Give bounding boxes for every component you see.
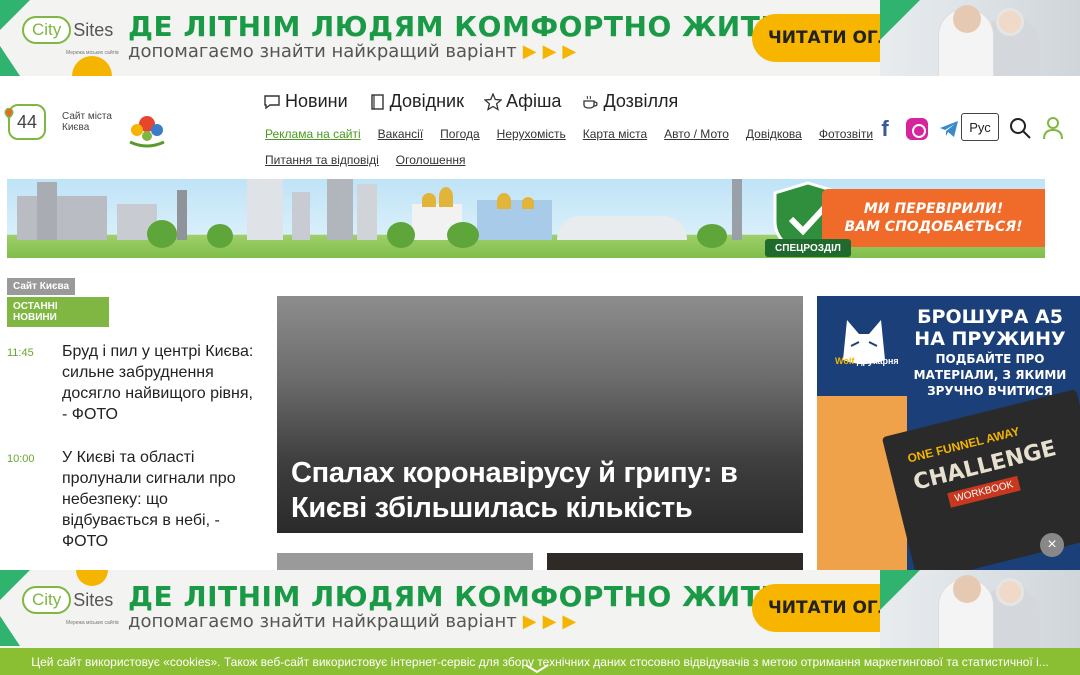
wolf-brand: Wolf друкарня bbox=[835, 356, 899, 366]
citysites-logo: City Sites Мережа міських сайтів bbox=[22, 16, 119, 56]
cup-icon bbox=[583, 95, 599, 109]
ad-subline: допомагаємо знайти найкращий варіант ▶▶▶ bbox=[128, 41, 583, 62]
ad-title: БРОШУРА А5 НА ПРУЖИНУ bbox=[914, 306, 1066, 350]
chat-icon bbox=[264, 94, 280, 109]
ad-photo bbox=[880, 0, 1080, 76]
ad-photo bbox=[880, 570, 1080, 648]
main-story-card[interactable]: Спалах коронавірусу й грипу: в Києві збі… bbox=[277, 296, 803, 533]
search-icon[interactable] bbox=[1008, 116, 1032, 140]
site-header: 44 Сайт міста Києва Новини Довідник Афіша bbox=[0, 76, 1080, 176]
news-item[interactable]: 11:45 Бруд і пил у центрі Києва: сильне … bbox=[7, 341, 267, 425]
logo-label: Сайт міста Києва bbox=[62, 111, 112, 133]
language-switch[interactable]: Рус bbox=[961, 113, 999, 141]
social-links: f bbox=[874, 116, 960, 142]
latest-news-column: Сайт Києва ОСТАННІ НОВИНИ 11:45 Бруд і п… bbox=[7, 276, 267, 552]
news-time: 11:45 bbox=[7, 347, 34, 359]
news-title[interactable]: У Києві та області пролунали сигнали про… bbox=[62, 447, 262, 552]
subnav-city-map[interactable]: Карта міста bbox=[583, 127, 647, 141]
main-nav: Новини Довідник Афіша Дозвілля bbox=[263, 91, 678, 112]
book-icon bbox=[370, 93, 384, 110]
ad-text: ПОДБАЙТЕ ПРО МАТЕРІАЛИ, З ЯКИМИ ЗРУЧНО В… bbox=[913, 352, 1067, 398]
news-time: 10:00 bbox=[7, 453, 35, 465]
site-tag[interactable]: Сайт Києва bbox=[7, 278, 76, 295]
subnav-photo-reports[interactable]: Фотозвіти bbox=[819, 127, 873, 141]
cookie-consent-bar[interactable]: Цей сайт використовує «cookies». Також в… bbox=[0, 648, 1080, 675]
subnav-qa[interactable]: Питання та відповіді bbox=[265, 153, 379, 167]
telegram-icon[interactable] bbox=[938, 118, 960, 140]
nav-news[interactable]: Новини bbox=[263, 91, 348, 112]
subnav-auto-moto[interactable]: Авто / Мото bbox=[664, 127, 729, 141]
star-icon bbox=[483, 92, 502, 111]
user-icon[interactable] bbox=[1042, 116, 1064, 140]
news-item[interactable]: 10:00 У Києві та області пролунали сигна… bbox=[7, 447, 267, 552]
subnav-vacancies[interactable]: Вакансії bbox=[378, 127, 424, 141]
chevron-down-icon[interactable] bbox=[522, 663, 552, 675]
sub-nav: Реклама на сайті Вакансії Погода Нерухом… bbox=[265, 121, 873, 173]
subnav-realty[interactable]: Нерухомість bbox=[497, 127, 566, 141]
nav-directory[interactable]: Довідник bbox=[368, 91, 464, 112]
flower-emblem-icon bbox=[129, 116, 165, 148]
right-ad-banner[interactable]: Wolf друкарня БРОШУРА А5 НА ПРУЖИНУ ПОДБ… bbox=[817, 296, 1080, 571]
bottom-ad-banner[interactable]: City Sites Мережа міських сайтів ДЕ ЛІТН… bbox=[0, 570, 1080, 648]
instagram-icon[interactable] bbox=[906, 118, 928, 140]
site-logo[interactable]: 44 Сайт міста Києва bbox=[4, 104, 112, 140]
latest-news-tag: ОСТАННІ НОВИНИ bbox=[7, 297, 109, 327]
subnav-advertising[interactable]: Реклама на сайті bbox=[265, 127, 361, 141]
ad-subline: допомагаємо знайти найкращий варіант ▶▶▶ bbox=[128, 611, 583, 632]
top-ad-banner[interactable]: City Sites Мережа міських сайтів ДЕ ЛІТН… bbox=[0, 0, 1080, 76]
nav-afisha[interactable]: Афіша bbox=[483, 91, 561, 112]
special-section-banner[interactable]: МИ ПЕРЕВІРИЛИ! ВАМ СПОДОБАЄТЬСЯ! СПЕЦРОЗ… bbox=[7, 179, 1045, 258]
subnav-classifieds[interactable]: Оголошення bbox=[396, 153, 466, 167]
leaf-icon bbox=[4, 108, 14, 130]
subnav-reference[interactable]: Довідкова bbox=[746, 127, 802, 141]
citysites-logo: City Sites Мережа міських сайтів bbox=[22, 586, 119, 626]
facebook-icon[interactable]: f bbox=[874, 116, 896, 142]
main-story-headline[interactable]: Спалах коронавірусу й грипу: в Києві збі… bbox=[291, 456, 791, 533]
promo-badge: МИ ПЕРЕВІРИЛИ! ВАМ СПОДОБАЄТЬСЯ! bbox=[822, 189, 1045, 247]
subnav-weather[interactable]: Погода bbox=[440, 127, 480, 141]
page: City Sites Мережа міських сайтів ДЕ ЛІТН… bbox=[0, 0, 1080, 675]
ad-headline: ДЕ ЛІТНІМ ЛЮДЯМ КОМФОРТНО ЖИТИ bbox=[128, 10, 785, 43]
news-title[interactable]: Бруд і пил у центрі Києва: сильне забруд… bbox=[62, 341, 262, 425]
close-ad-button[interactable]: × bbox=[1040, 533, 1064, 557]
special-section-label: СПЕЦРОЗДІЛ bbox=[765, 239, 851, 257]
nav-leisure[interactable]: Дозвілля bbox=[581, 91, 678, 112]
ad-headline: ДЕ ЛІТНІМ ЛЮДЯМ КОМФОРТНО ЖИТИ bbox=[128, 580, 785, 613]
